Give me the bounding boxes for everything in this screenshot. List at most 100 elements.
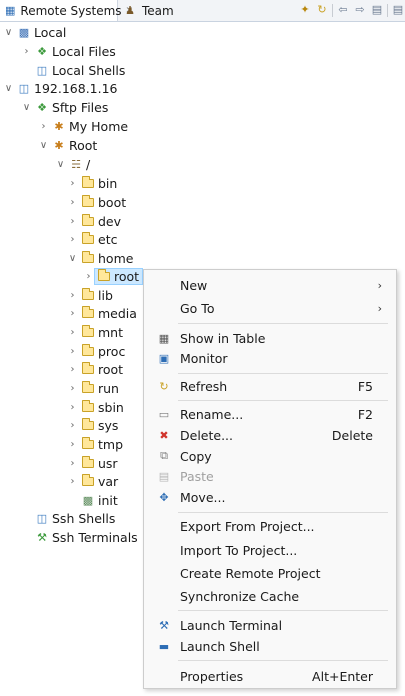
chevron-down-icon[interactable]: ∨	[37, 140, 50, 151]
tree-node-ssh-shells[interactable]: ◫ Ssh Shells	[20, 509, 116, 528]
tree-node-root-dir[interactable]: ∨ ☵ /	[54, 155, 90, 174]
terminals-icon: ⚒	[37, 531, 47, 544]
tree-node-host[interactable]: ∨ ◫ 192.168.1.16	[2, 79, 118, 98]
folder-icon	[97, 269, 111, 284]
menu-shortcut: Alt+Enter	[312, 668, 373, 684]
chevron-right-icon[interactable]: ›	[66, 420, 79, 431]
menu-item-move[interactable]: ✥ Move...	[144, 486, 396, 508]
refresh-icon[interactable]: ↻	[315, 3, 329, 17]
tree-folder[interactable]: › media	[66, 304, 137, 323]
folder-icon	[81, 418, 95, 433]
view-toolbar: ✦ ↻ ⇦ ⇨ ▤ ▤	[298, 3, 405, 17]
folder-icon	[81, 381, 95, 396]
tree-folder-home-root[interactable]: › root	[82, 267, 144, 286]
chevron-right-icon[interactable]: ›	[66, 476, 79, 487]
up-icon[interactable]: ▤	[370, 3, 384, 17]
tree-node-my-home[interactable]: › ✱ My Home	[37, 117, 129, 136]
chevron-right-icon[interactable]: ›	[66, 216, 79, 227]
tab-remote-systems[interactable]: ▦ Remote Systems ✕	[0, 0, 133, 21]
tree-folder[interactable]: › var	[66, 472, 118, 491]
chevron-right-icon[interactable]: ›	[66, 439, 79, 450]
menu-item-new[interactable]: New ›	[144, 274, 396, 296]
tree-label: tmp	[98, 437, 124, 452]
tree-folder[interactable]: › usr	[66, 454, 118, 473]
team-icon: ♟	[125, 4, 135, 17]
tree-label: init	[98, 493, 118, 508]
folder-icon	[81, 306, 95, 321]
chevron-right-icon[interactable]: ›	[66, 364, 79, 375]
chevron-down-icon[interactable]: ∨	[54, 159, 67, 170]
tree-node-local[interactable]: ∨ ▩ Local	[2, 23, 67, 42]
tree-folder[interactable]: › tmp	[66, 435, 123, 454]
tree-label: sbin	[98, 400, 124, 415]
folder-icon	[81, 474, 95, 489]
tree-node-ssh-terminals[interactable]: ⚒ Ssh Terminals	[20, 528, 138, 547]
chevron-down-icon[interactable]: ∨	[2, 83, 15, 94]
tree-folder[interactable]: › sbin	[66, 398, 124, 417]
chevron-right-icon[interactable]: ›	[66, 178, 79, 189]
chevron-right-icon[interactable]: ›	[66, 290, 79, 301]
tree-folder[interactable]: › lib	[66, 286, 113, 305]
shell-icon: ▬	[158, 639, 170, 653]
menu-item-show-in-table[interactable]: ▦ Show in Table	[144, 327, 396, 349]
tree-folder[interactable]: › mnt	[66, 323, 123, 342]
tab-team[interactable]: ♟ Team	[121, 0, 174, 21]
collapse-all-icon[interactable]: ▤	[391, 3, 405, 17]
back-icon[interactable]: ⇦	[336, 3, 350, 17]
tab-label: Team	[142, 3, 174, 18]
chevron-down-icon[interactable]: ∨	[66, 253, 79, 264]
menu-item-copy[interactable]: ⧉ Copy	[144, 445, 396, 467]
chevron-right-icon[interactable]: ›	[66, 402, 79, 413]
chevron-right-icon[interactable]: ›	[66, 308, 79, 319]
tree-node-local-shells[interactable]: ◫ Local Shells	[20, 61, 126, 80]
chevron-right-icon[interactable]: ›	[37, 121, 50, 132]
menu-item-create-remote-project[interactable]: Create Remote Project	[144, 562, 396, 584]
menu-item-label: Launch Terminal	[180, 617, 283, 633]
tree-folder-home[interactable]: ∨ home	[66, 249, 133, 268]
menu-item-synchronize-cache[interactable]: Synchronize Cache	[144, 585, 396, 607]
tree-folder[interactable]: › etc	[66, 230, 117, 249]
tree-node-root-filter[interactable]: ∨ ✱ Root	[37, 136, 98, 155]
tree-label: run	[98, 381, 119, 396]
tree-label: Local Shells	[52, 63, 126, 78]
chevron-right-icon[interactable]: ›	[66, 458, 79, 469]
menu-item-import-to-project[interactable]: Import To Project...	[144, 539, 396, 561]
menu-item-rename[interactable]: ▭ Rename... F2	[144, 403, 396, 425]
menu-item-launch-terminal[interactable]: ⚒ Launch Terminal	[144, 614, 396, 636]
menu-item-export-from-project[interactable]: Export From Project...	[144, 515, 396, 537]
menu-item-delete[interactable]: ✖ Delete... Delete	[144, 424, 396, 446]
tree-folder[interactable]: › proc	[66, 342, 125, 361]
open-folder-icon	[81, 251, 95, 266]
menu-item-monitor[interactable]: ▣ Monitor	[144, 347, 396, 369]
tree-label: Local	[34, 25, 67, 40]
menu-item-go-to[interactable]: Go To ›	[144, 297, 396, 319]
tree-node-local-files[interactable]: › ❖ Local Files	[20, 42, 116, 61]
tree-node-sftp-files[interactable]: ∨ ❖ Sftp Files	[20, 98, 109, 117]
chevron-down-icon[interactable]: ∨	[2, 27, 15, 38]
tree-folder[interactable]: › run	[66, 379, 119, 398]
chevron-down-icon[interactable]: ∨	[20, 102, 33, 113]
forward-icon[interactable]: ⇨	[353, 3, 367, 17]
menu-separator	[178, 323, 388, 324]
copy-icon: ⧉	[160, 449, 168, 462]
chevron-right-icon[interactable]: ›	[20, 46, 33, 57]
tree-label: bin	[98, 176, 118, 191]
chevron-right-icon[interactable]: ›	[66, 327, 79, 338]
tree-folder[interactable]: › sys	[66, 416, 118, 435]
chevron-right-icon[interactable]: ›	[66, 383, 79, 394]
folder-icon	[81, 288, 95, 303]
menu-item-label: Synchronize Cache	[180, 588, 300, 604]
tree-folder[interactable]: › dev	[66, 212, 121, 231]
menu-item-refresh[interactable]: ↻ Refresh F5	[144, 375, 396, 397]
menu-item-properties[interactable]: Properties Alt+Enter	[144, 665, 396, 687]
chevron-right-icon[interactable]: ›	[66, 234, 79, 245]
menu-item-launch-shell[interactable]: ▬ Launch Shell	[144, 635, 396, 657]
chevron-right-icon[interactable]: ›	[66, 346, 79, 357]
new-connection-icon[interactable]: ✦	[298, 3, 312, 17]
tree-folder[interactable]: › root	[66, 360, 123, 379]
tree-file-init[interactable]: ▩ init	[66, 491, 118, 510]
tree-folder[interactable]: › boot	[66, 193, 126, 212]
selected-item[interactable]: root	[94, 268, 144, 285]
tree-folder[interactable]: › bin	[66, 174, 117, 193]
chevron-right-icon[interactable]: ›	[66, 197, 79, 208]
